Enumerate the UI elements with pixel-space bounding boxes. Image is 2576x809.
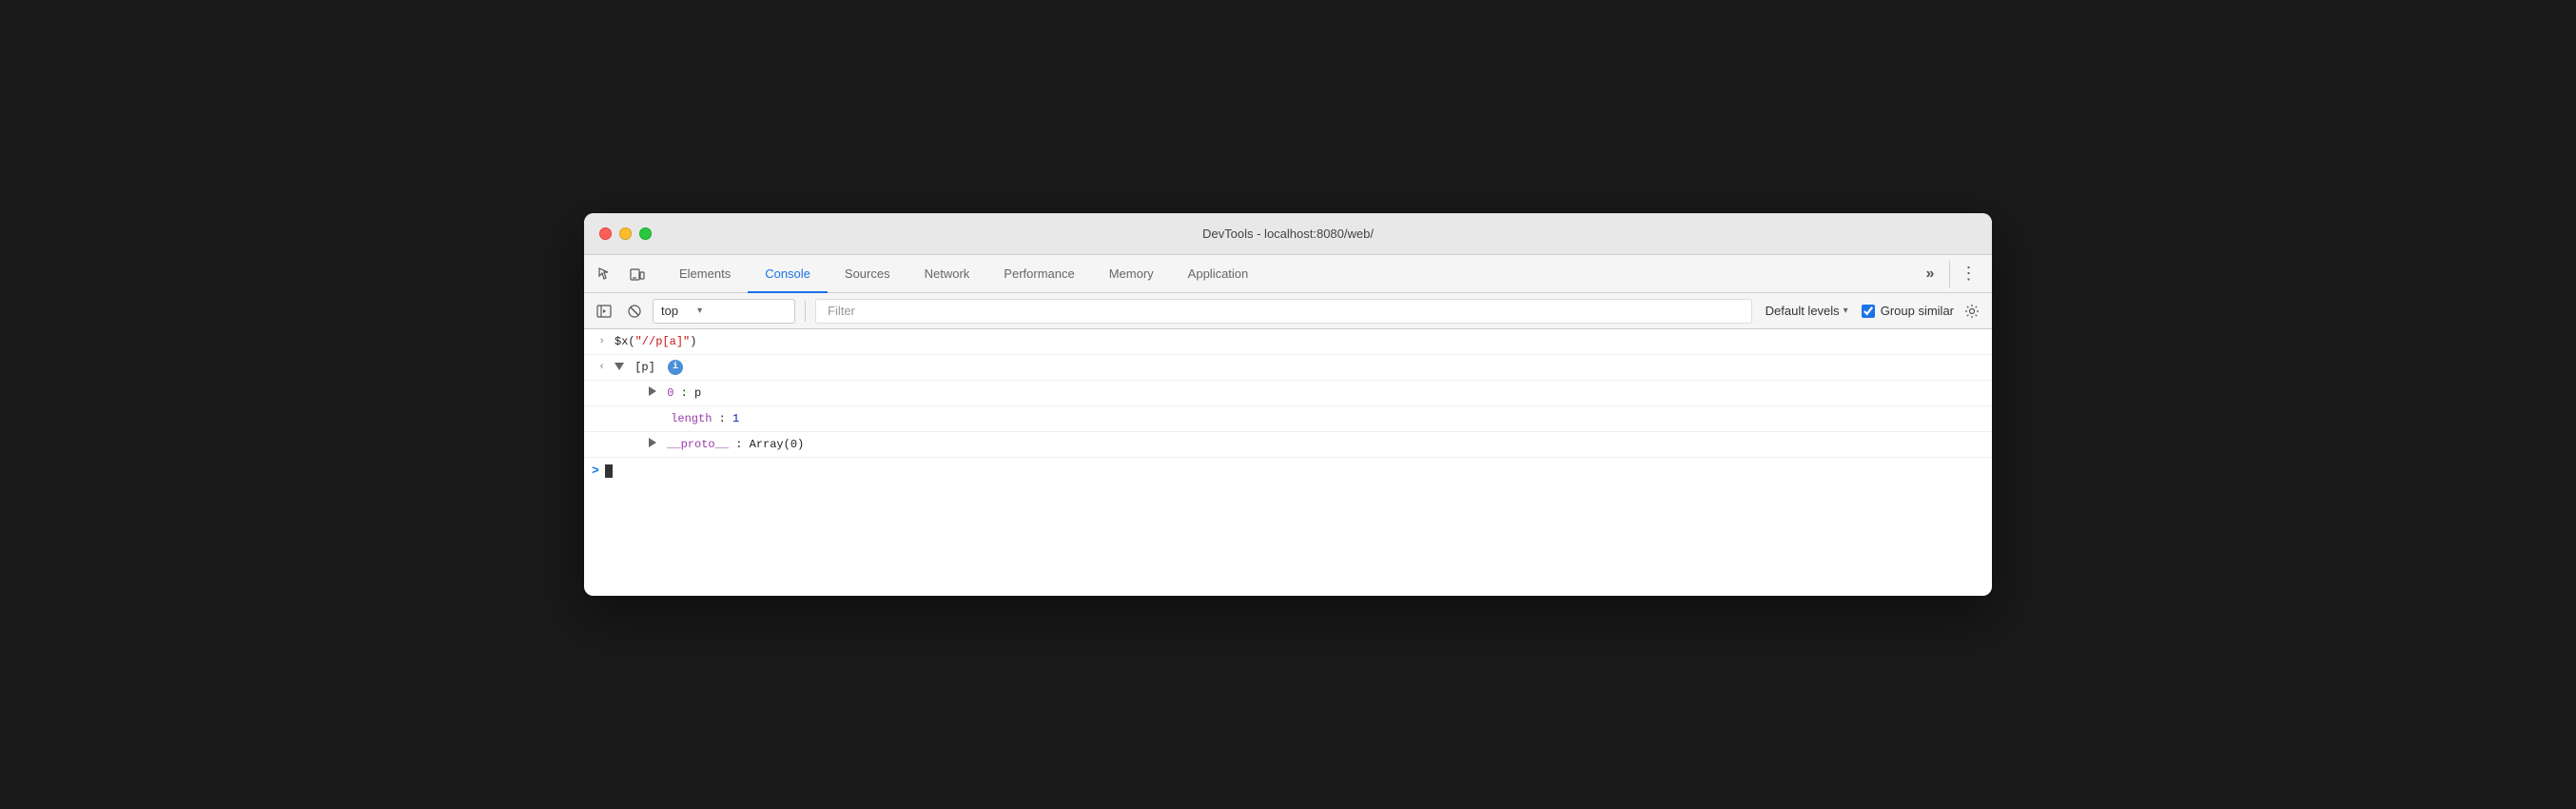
- minimize-button[interactable]: [619, 227, 632, 240]
- devtools-left-icons: [592, 255, 662, 292]
- console-output-line-array: ‹ [p] i: [584, 355, 1992, 381]
- tab-network[interactable]: Network: [907, 256, 987, 293]
- prop-gutter: [592, 410, 611, 411]
- console-toolbar: top ▾ Default levels ▾ Group similar: [584, 293, 1992, 329]
- levels-arrow-icon: ▾: [1844, 306, 1848, 316]
- tabs-bar: Elements Console Sources Network Perform…: [584, 255, 1992, 293]
- code-string: "//p[a]": [635, 335, 691, 348]
- close-button[interactable]: [599, 227, 612, 240]
- filter-input[interactable]: [820, 304, 1747, 318]
- proto-value: Array(0): [750, 438, 805, 451]
- triangle-right-icon: [649, 386, 656, 396]
- console-item-proto: __proto__ : Array(0): [584, 432, 1992, 458]
- tabs-divider: [1949, 261, 1950, 287]
- tab-sources[interactable]: Sources: [828, 256, 907, 293]
- tab-console[interactable]: Console: [748, 256, 828, 293]
- title-bar: DevTools - localhost:8080/web/: [584, 213, 1992, 255]
- filter-section: [815, 299, 1752, 324]
- output-body-array: [p] i: [611, 359, 1984, 376]
- triangle-down-icon: [615, 363, 624, 370]
- console-input-line-1: › $x("//p[a]"): [584, 329, 1992, 355]
- code-text: $x(: [615, 335, 635, 348]
- group-similar-checkbox[interactable]: [1862, 305, 1875, 318]
- show-console-sidebar-icon[interactable]: [592, 299, 616, 324]
- prop-colon: :: [719, 412, 732, 425]
- tab-elements[interactable]: Elements: [662, 256, 748, 293]
- prop-key-length: length: [671, 412, 712, 425]
- proto-gutter: [607, 436, 626, 437]
- device-toolbar-icon[interactable]: [624, 261, 651, 287]
- devtools-menu-button[interactable]: ⋮: [1956, 261, 1982, 287]
- triangle-right-proto-icon: [649, 438, 656, 447]
- input-gutter-1: ›: [592, 333, 611, 350]
- console-content: › $x("//p[a]") ‹ [p] i 0: [584, 329, 1992, 596]
- expand-proto-button[interactable]: [649, 438, 660, 447]
- cursor-blink: [605, 464, 613, 478]
- info-badge-icon[interactable]: i: [668, 360, 683, 375]
- window-title: DevTools - localhost:8080/web/: [1202, 227, 1374, 241]
- maximize-button[interactable]: [639, 227, 652, 240]
- devtools-window: DevTools - localhost:8080/web/ Elements …: [584, 213, 1992, 596]
- toolbar-separator: [805, 301, 806, 322]
- tab-performance[interactable]: Performance: [986, 256, 1091, 293]
- dropdown-arrow-icon: ▾: [697, 306, 702, 316]
- item-colon: :: [681, 386, 694, 400]
- tab-application[interactable]: Application: [1171, 256, 1266, 293]
- context-value: top: [661, 304, 678, 318]
- input-body-1: $x("//p[a]"): [611, 333, 1984, 350]
- proto-colon: :: [735, 438, 749, 451]
- code-text: ): [690, 335, 696, 348]
- prop-value-length: 1: [732, 412, 739, 425]
- item-body-0: 0 : p: [626, 385, 1984, 402]
- expand-item-0-button[interactable]: [649, 386, 660, 396]
- output-gutter: ‹: [592, 359, 611, 376]
- clear-console-icon[interactable]: [622, 299, 647, 324]
- prop-body-length: length : 1: [611, 410, 1984, 427]
- inspect-element-icon[interactable]: [592, 261, 618, 287]
- proto-key: __proto__: [667, 438, 729, 451]
- item-key-0: 0: [667, 386, 673, 400]
- proto-body: __proto__ : Array(0): [626, 436, 1984, 453]
- group-similar-checkbox-label[interactable]: Group similar: [1862, 304, 1954, 318]
- array-label: [p]: [634, 361, 655, 374]
- context-dropdown[interactable]: top ▾: [653, 299, 795, 324]
- console-item-0: 0 : p: [584, 381, 1992, 406]
- expand-array-button[interactable]: [615, 363, 628, 370]
- console-prompt-line[interactable]: >: [584, 458, 1992, 484]
- tab-memory[interactable]: Memory: [1092, 256, 1171, 293]
- more-tabs-button[interactable]: »: [1917, 261, 1943, 287]
- console-prop-length: length : 1: [584, 406, 1992, 432]
- traffic-lights: [599, 227, 652, 240]
- tabs-right-actions: » ⋮: [1917, 255, 1992, 292]
- console-settings-icon[interactable]: [1960, 299, 1984, 324]
- item-value-0: p: [694, 386, 701, 400]
- default-levels-button[interactable]: Default levels ▾: [1758, 299, 1856, 324]
- prompt-arrow-icon: >: [592, 462, 599, 481]
